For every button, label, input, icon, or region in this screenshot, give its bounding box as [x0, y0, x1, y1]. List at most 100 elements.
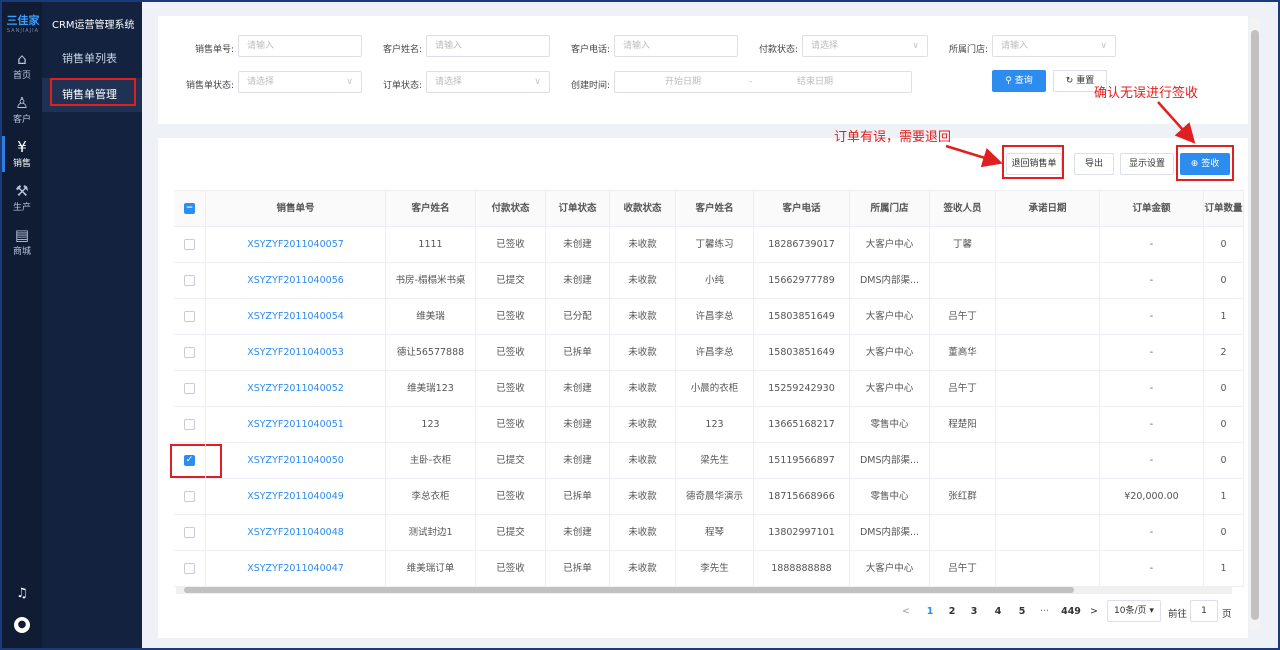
bell-icon[interactable]: ♫ — [2, 586, 42, 601]
row-checkbox[interactable]: ✓ — [184, 455, 195, 466]
order-number-link[interactable]: XSYZYF2011040057 — [206, 227, 386, 263]
next-page-button[interactable]: > — [1090, 606, 1098, 617]
table-row[interactable]: XSYZYF2011040049 李总衣柜 已签收 已拆单 未收款 德奇晨华演示 18715… — [174, 479, 1244, 515]
table-cell: 维美瑞 — [386, 299, 476, 335]
column-header: 订单状态 — [546, 191, 610, 227]
row-select-cell — [174, 335, 206, 371]
column-header: 客户姓名 — [386, 191, 476, 227]
page-number[interactable]: 2 — [944, 606, 960, 617]
avatar[interactable]: ● — [2, 616, 42, 633]
table-row[interactable]: XSYZYF2011040048 测试封边1 已提交 未创建 未收款 程琴 13802997… — [174, 515, 1244, 551]
prev-page-button[interactable]: < — [902, 606, 910, 617]
row-select-cell — [174, 407, 206, 443]
order-number-link[interactable]: XSYZYF2011040052 — [206, 371, 386, 407]
store-select[interactable]: 请输入 ∨ — [992, 35, 1116, 57]
order-status-select[interactable]: 请选择 ∨ — [426, 71, 550, 93]
table-cell — [996, 407, 1100, 443]
row-checkbox[interactable] — [184, 563, 195, 574]
rail-item-label: 生产 — [12, 203, 31, 213]
order-number-link[interactable]: XSYZYF2011040054 — [206, 299, 386, 335]
page-number-last[interactable]: 449 — [1060, 606, 1082, 617]
order-no-label: 销售单号: — [194, 45, 234, 55]
vertical-scroll-thumb[interactable] — [1251, 30, 1259, 620]
display-settings-button[interactable]: 显示设置 — [1120, 153, 1174, 175]
page-number[interactable]: 4 — [990, 606, 1006, 617]
table-row[interactable]: XSYZYF2011040047 维美瑞订单 已签收 已拆单 未收款 李先生 1888888… — [174, 551, 1244, 587]
table-cell: 未收款 — [610, 515, 676, 551]
table-row[interactable]: XSYZYF2011040057 1111 已签收 未创建 未收款 丁馨练习 1828673… — [174, 227, 1244, 263]
query-button[interactable]: ⚲ 查询 — [992, 70, 1046, 92]
row-checkbox[interactable] — [184, 275, 195, 286]
order-number-link[interactable]: XSYZYF2011040051 — [206, 407, 386, 443]
query-button-label: 查询 — [1014, 76, 1033, 86]
order-no-input[interactable]: 请输入 — [238, 35, 362, 57]
date-range-picker[interactable]: 开始日期 - 结束日期 — [614, 71, 912, 93]
rail-item-mall[interactable]: ▤ 商城 — [2, 222, 42, 262]
table-cell: 0 — [1204, 443, 1244, 479]
table-cell: 未创建 — [546, 227, 610, 263]
table-cell — [996, 479, 1100, 515]
pay-status-select[interactable]: 请选择 ∨ — [802, 35, 928, 57]
table-cell: DMS内部渠... — [850, 443, 930, 479]
column-header: 签收人员 — [930, 191, 996, 227]
table-cell: 1888888888 — [754, 551, 850, 587]
page-number[interactable]: 3 — [966, 606, 982, 617]
table-cell: 书房-榻榻米书桌 — [386, 263, 476, 299]
rail-item-customer[interactable]: ♙ 客户 — [2, 90, 42, 130]
table-cell — [996, 263, 1100, 299]
nav-highlight-box — [50, 78, 136, 106]
sale-status-select[interactable]: 请选择 ∨ — [238, 71, 362, 93]
order-number-link[interactable]: XSYZYF2011040048 — [206, 515, 386, 551]
order-number-link[interactable]: XSYZYF2011040049 — [206, 479, 386, 515]
table-cell: 已分配 — [546, 299, 610, 335]
table-cell: 已拆单 — [546, 479, 610, 515]
table-cell: - — [1100, 515, 1204, 551]
row-checkbox[interactable] — [184, 383, 195, 394]
rail-item-home[interactable]: ⌂ 首页 — [2, 46, 42, 86]
table-row[interactable]: XSYZYF2011040056 书房-榻榻米书桌 已提交 未创建 未收款 小纯 15662… — [174, 263, 1244, 299]
table-cell: 许昌李总 — [676, 335, 754, 371]
select-all-cell: − — [174, 191, 206, 227]
row-checkbox[interactable] — [184, 311, 195, 322]
row-checkbox[interactable] — [184, 419, 195, 430]
select-all-checkbox[interactable]: − — [184, 203, 195, 214]
avatar-icon: ● — [14, 617, 30, 633]
page-size-value: 10条/页 — [1114, 606, 1147, 616]
order-status-label: 订单状态: — [382, 81, 422, 91]
table-cell: 董高华 — [930, 335, 996, 371]
store-placeholder: 请输入 — [1001, 41, 1029, 51]
table-row[interactable]: XSYZYF2011040053 德让56577888 已签收 已拆单 未收款 许昌李总 1… — [174, 335, 1244, 371]
row-checkbox[interactable] — [184, 239, 195, 250]
page-number[interactable]: 5 — [1014, 606, 1030, 617]
page-ellipsis[interactable]: ··· — [1040, 606, 1049, 617]
page-size-select[interactable]: 10条/页 ▾ — [1107, 600, 1161, 622]
row-checkbox[interactable] — [184, 491, 195, 502]
table-cell: 未收款 — [610, 551, 676, 587]
order-number-link[interactable]: XSYZYF2011040047 — [206, 551, 386, 587]
table-cell: 维美瑞123 — [386, 371, 476, 407]
horizontal-scroll-thumb[interactable] — [184, 587, 1074, 593]
goto-label: 前往 — [1168, 609, 1188, 620]
export-button[interactable]: 导出 — [1074, 153, 1114, 175]
horizontal-scrollbar[interactable] — [176, 586, 1232, 594]
customer-name-input[interactable]: 请输入 — [426, 35, 550, 57]
customer-phone-input[interactable]: 请输入 — [614, 35, 738, 57]
rail-item-production[interactable]: ⚒ 生产 — [2, 178, 42, 218]
row-checkbox[interactable] — [184, 347, 195, 358]
table-row[interactable]: XSYZYF2011040052 维美瑞123 已签收 未创建 未收款 小晨的衣柜 1525… — [174, 371, 1244, 407]
table-row[interactable]: XSYZYF2011040051 123 已签收 未创建 未收款 123 136651682… — [174, 407, 1244, 443]
goto-page-input[interactable]: 1 — [1190, 600, 1218, 622]
row-checkbox[interactable] — [184, 527, 195, 538]
column-header: 客户姓名 — [676, 191, 754, 227]
order-number-link[interactable]: XSYZYF2011040053 — [206, 335, 386, 371]
table-row[interactable]: XSYZYF2011040054 维美瑞 已签收 已分配 未收款 许昌李总 15803851… — [174, 299, 1244, 335]
nav-item-sales-list[interactable]: 销售单列表 — [42, 42, 142, 76]
page-number[interactable]: 1 — [922, 606, 938, 617]
order-number-link[interactable]: XSYZYF2011040050 — [206, 443, 386, 479]
vertical-scrollbar[interactable] — [1250, 18, 1260, 630]
rail-item-sales[interactable]: ¥ 销售 — [2, 134, 42, 174]
table-cell — [930, 443, 996, 479]
order-number-link[interactable]: XSYZYF2011040056 — [206, 263, 386, 299]
table-row[interactable]: ✓ XSYZYF2011040050 主卧-衣柜 已提交 未创建 未收款 梁先生 151195… — [174, 443, 1244, 479]
table-cell: 15119566897 — [754, 443, 850, 479]
